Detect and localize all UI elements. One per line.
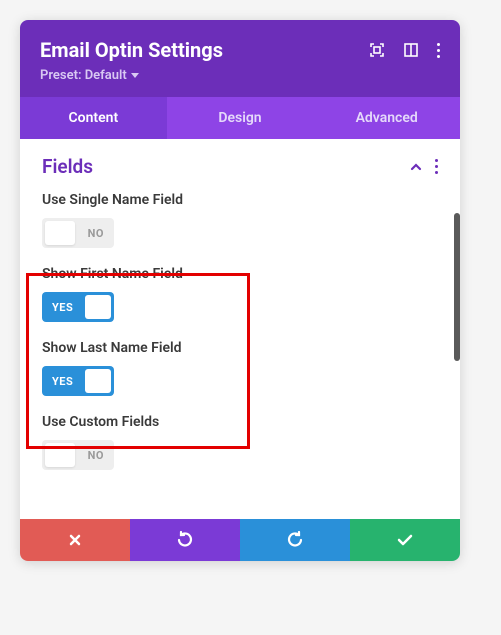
panel-header: Email Optin Settings (20, 20, 460, 97)
panel-title: Email Optin Settings (40, 38, 223, 62)
preset-label: Preset: Default (40, 68, 127, 83)
tab-bar: Content Design Advanced (20, 97, 460, 139)
settings-panel: Email Optin Settings (20, 20, 460, 561)
field-label: Show First Name Field (42, 266, 438, 282)
panel-content: Fields Use Single Name Field NO Show Fi (20, 139, 460, 519)
toggle-knob (45, 443, 75, 467)
toggle-show-first-name[interactable]: YES (42, 292, 114, 322)
field-label: Use Custom Fields (42, 414, 438, 430)
field-show-last-name: Show Last Name Field YES (42, 340, 438, 396)
cancel-button[interactable] (20, 519, 130, 561)
expand-icon[interactable] (369, 42, 385, 58)
field-use-custom: Use Custom Fields NO (42, 414, 438, 470)
toggle-state: NO (88, 227, 104, 240)
section-header: Fields (42, 155, 438, 178)
save-button[interactable] (350, 519, 460, 561)
toggle-use-single-name[interactable]: NO (42, 218, 114, 248)
field-label: Use Single Name Field (42, 192, 438, 208)
close-icon (67, 532, 83, 548)
toggle-state: YES (52, 375, 73, 388)
layout-icon[interactable] (403, 42, 419, 58)
preset-selector[interactable]: Preset: Default (40, 68, 440, 83)
tab-content[interactable]: Content (20, 97, 167, 139)
toggle-state: YES (52, 301, 73, 314)
field-use-single-name: Use Single Name Field NO (42, 192, 438, 248)
more-icon[interactable] (437, 43, 440, 58)
toggle-knob (45, 221, 75, 245)
redo-icon (286, 531, 304, 549)
panel-footer (20, 519, 460, 561)
collapse-icon[interactable] (409, 160, 423, 174)
check-icon (396, 531, 414, 549)
toggle-show-last-name[interactable]: YES (42, 366, 114, 396)
section-more-icon[interactable] (435, 159, 438, 174)
scrollbar[interactable] (454, 213, 460, 361)
field-label: Show Last Name Field (42, 340, 438, 356)
undo-button[interactable] (130, 519, 240, 561)
redo-button[interactable] (240, 519, 350, 561)
toggle-state: NO (88, 449, 104, 462)
undo-icon (176, 531, 194, 549)
toggle-knob (85, 295, 111, 319)
field-show-first-name: Show First Name Field YES (42, 266, 438, 322)
toggle-knob (85, 369, 111, 393)
caret-down-icon (131, 73, 139, 78)
section-title: Fields (42, 155, 93, 178)
toggle-use-custom[interactable]: NO (42, 440, 114, 470)
tab-advanced[interactable]: Advanced (313, 97, 460, 139)
tab-design[interactable]: Design (167, 97, 314, 139)
